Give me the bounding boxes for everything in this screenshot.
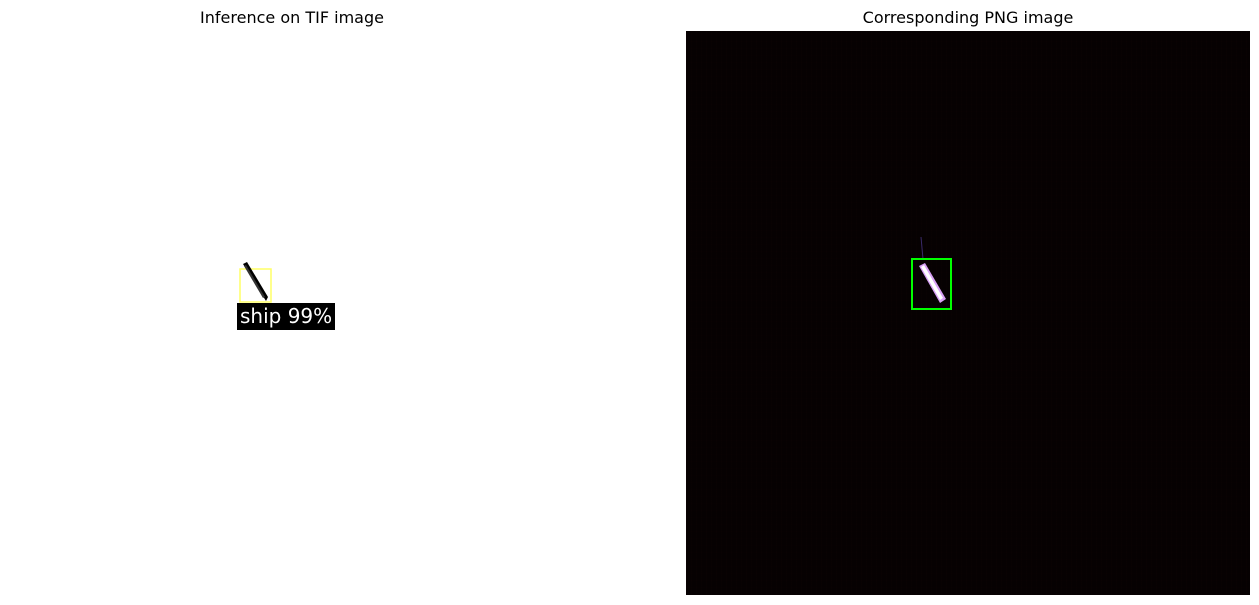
- png-image-panel: [686, 31, 1250, 595]
- detection-label: ship 99%: [237, 303, 336, 330]
- tif-image-panel: ship 99%: [8, 31, 571, 594]
- left-panel-title: Inference on TIF image: [200, 8, 384, 27]
- right-panel-title: Corresponding PNG image: [862, 8, 1074, 27]
- tif-ship-shape: [243, 262, 268, 301]
- png-ship-shape: [919, 263, 946, 303]
- ship-wake: [920, 236, 924, 260]
- png-image-canvas: [911, 236, 952, 310]
